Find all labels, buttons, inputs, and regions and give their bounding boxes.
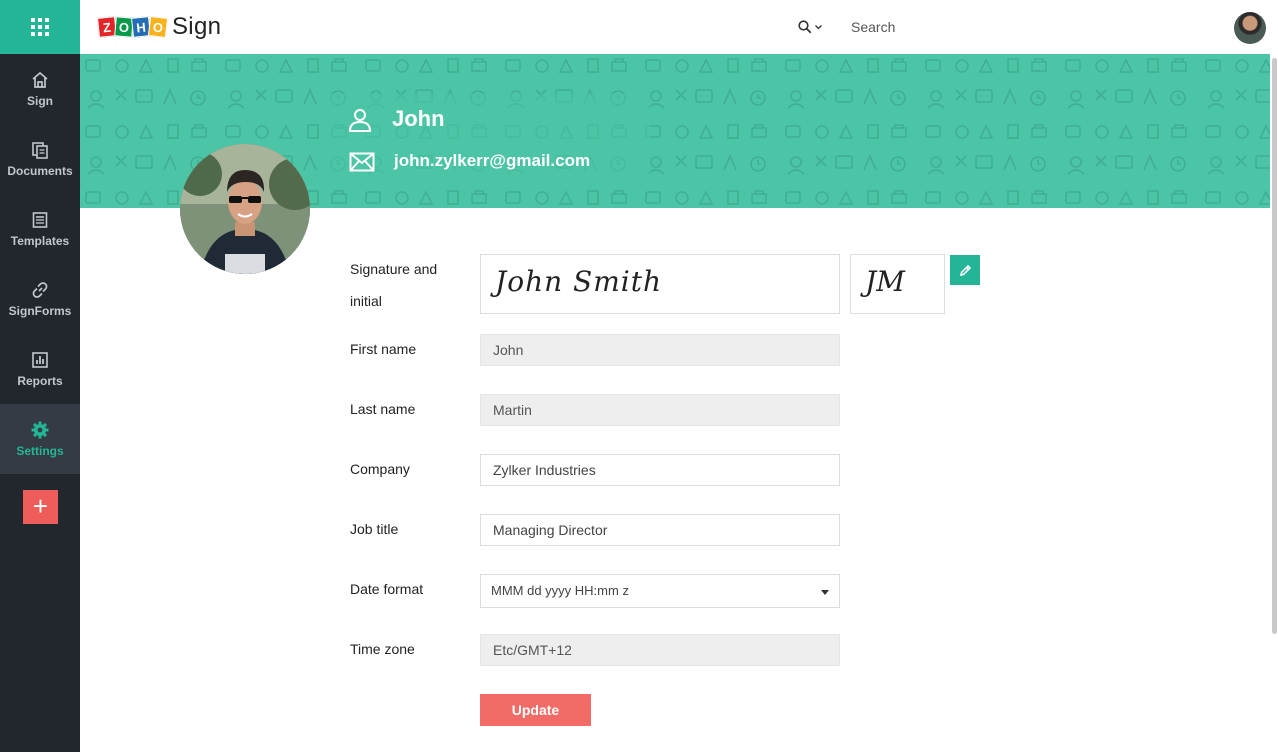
product-name: Sign: [172, 13, 222, 40]
signature-text: John Smith: [495, 265, 663, 298]
sidebar-item-signforms[interactable]: SignForms: [0, 264, 80, 334]
sidebar-item-label: Templates: [10, 233, 70, 248]
company-label: Company: [350, 461, 410, 477]
caret-down-icon: [821, 590, 829, 595]
date-format-value: MMM dd yyyy HH:mm z: [491, 583, 629, 598]
mail-icon: [349, 152, 375, 172]
profile-photo[interactable]: [180, 144, 310, 274]
scrollbar-thumb[interactable]: [1272, 58, 1277, 634]
top-bar: Z O H O Sign: [0, 0, 1278, 54]
signature-box[interactable]: John Smith: [480, 254, 840, 314]
sidebar-item-reports[interactable]: Reports: [0, 334, 80, 404]
sidebar-item-templates[interactable]: Templates: [0, 194, 80, 264]
user-avatar[interactable]: [1234, 12, 1266, 44]
last-name-field[interactable]: [480, 394, 840, 426]
date-format-select[interactable]: MMM dd yyyy HH:mm z: [480, 574, 840, 608]
first-name-field[interactable]: [480, 334, 840, 366]
sidebar-item-label: Documents: [7, 163, 73, 178]
profile-name: John: [392, 106, 445, 131]
documents-icon: [32, 141, 48, 159]
sidebar-item-sign[interactable]: Sign: [0, 54, 80, 124]
profile-email: john.zylkerr@gmail.com: [394, 151, 591, 170]
signature-label-line2: initial: [350, 293, 382, 309]
first-name-label: First name: [350, 341, 417, 357]
signature-label: Signature and: [350, 261, 438, 277]
job-title-field[interactable]: [480, 514, 840, 546]
zoho-logo: Z O H O: [97, 15, 169, 39]
search-options-button[interactable]: [798, 20, 823, 34]
sidebar: Sign Documents Templates SignForms Repor…: [0, 54, 80, 752]
page-scrollbar[interactable]: [1270, 54, 1278, 752]
time-zone-label: Time zone: [350, 641, 415, 657]
search-bar: [798, 15, 1151, 39]
job-title-label: Job title: [350, 521, 399, 537]
sidebar-item-documents[interactable]: Documents: [0, 124, 80, 194]
initial-box[interactable]: JM: [850, 254, 945, 314]
sidebar-item-label: Sign: [27, 93, 53, 108]
logo[interactable]: Z O H O Sign: [97, 13, 222, 41]
sidebar-item-label: Reports: [17, 373, 63, 388]
pencil-icon: [959, 264, 971, 276]
time-zone-field[interactable]: [480, 634, 840, 666]
sidebar-item-settings[interactable]: Settings: [0, 404, 80, 474]
grid-icon: [31, 18, 49, 36]
home-icon: [32, 71, 48, 88]
update-button[interactable]: Update: [480, 694, 591, 726]
templates-icon: [32, 211, 48, 228]
initial-text: JM: [865, 265, 905, 298]
sidebar-item-label: Settings: [16, 443, 64, 458]
app-launcher-button[interactable]: [0, 0, 80, 54]
gear-icon: [31, 421, 49, 438]
sidebar-item-label: SignForms: [8, 303, 72, 318]
edit-signature-button[interactable]: [950, 255, 980, 285]
date-format-label: Date format: [350, 581, 424, 597]
last-name-label: Last name: [350, 401, 416, 417]
company-field[interactable]: [480, 454, 840, 486]
person-icon: [348, 109, 372, 132]
reports-icon: [32, 351, 48, 368]
add-button[interactable]: +: [23, 490, 58, 524]
search-input[interactable]: [851, 19, 1151, 35]
link-icon: [32, 281, 48, 298]
chevron-down-icon: [815, 25, 822, 30]
search-icon: [798, 20, 812, 34]
profile-photo-image: [180, 144, 310, 274]
